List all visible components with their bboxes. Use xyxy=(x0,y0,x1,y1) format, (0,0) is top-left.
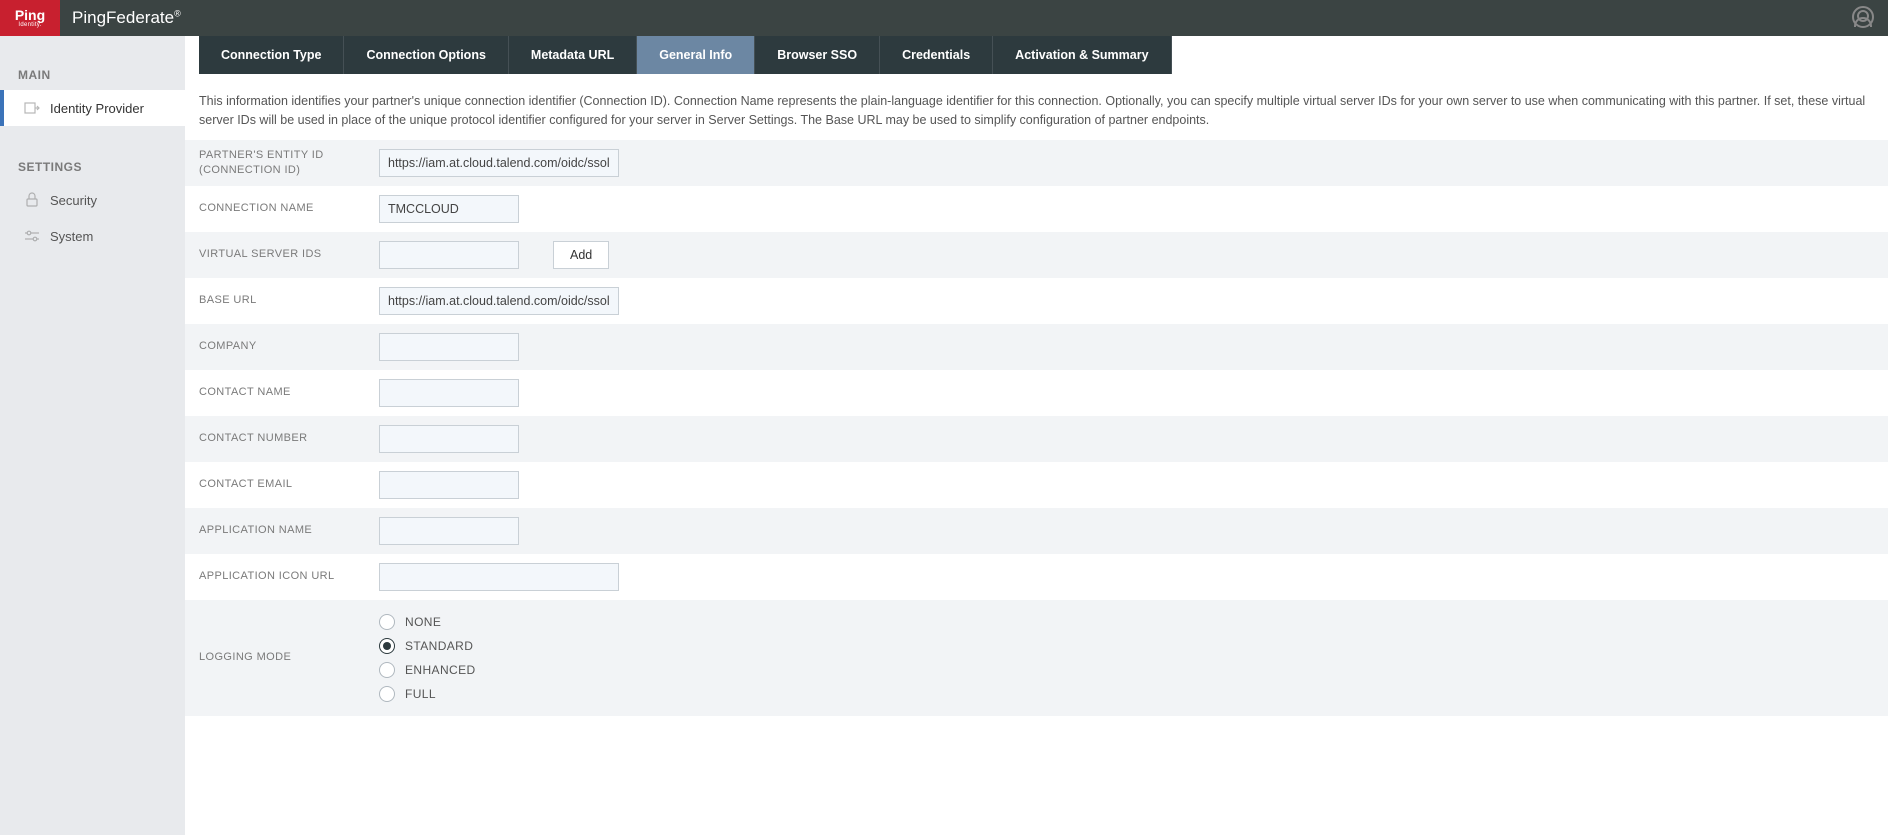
virtual-server-ids-label: VIRTUAL SERVER IDS xyxy=(199,247,379,261)
sidebar-item-label: System xyxy=(50,229,93,244)
application-name-input[interactable] xyxy=(379,517,519,545)
sidebar-item-security[interactable]: Security xyxy=(0,182,185,218)
radio-icon xyxy=(379,662,395,678)
application-name-label: APPLICATION NAME xyxy=(199,523,379,537)
virtual-server-ids-input[interactable] xyxy=(379,241,519,269)
row-logging-mode: LOGGING MODE NONE STANDARD ENHANCED FULL xyxy=(185,600,1888,716)
company-input[interactable] xyxy=(379,333,519,361)
entity-id-input[interactable] xyxy=(379,149,619,177)
row-contact-name: CONTACT NAME xyxy=(185,370,1888,416)
row-application-name: APPLICATION NAME xyxy=(185,508,1888,554)
sliders-icon xyxy=(24,228,40,244)
logo-main: Ping xyxy=(15,8,45,22)
connection-name-label: CONNECTION NAME xyxy=(199,201,379,215)
contact-name-label: CONTACT NAME xyxy=(199,385,379,399)
radio-logging-none[interactable]: NONE xyxy=(379,614,476,630)
company-label: COMPANY xyxy=(199,339,379,353)
tab-description: This information identifies your partner… xyxy=(185,74,1888,140)
tab-browser-sso[interactable]: Browser SSO xyxy=(755,36,880,74)
row-entity-id: PARTNER'S ENTITY ID (CONNECTION ID) xyxy=(185,140,1888,186)
application-icon-url-label: APPLICATION ICON URL xyxy=(199,569,379,583)
row-contact-number: CONTACT NUMBER xyxy=(185,416,1888,462)
base-url-label: BASE URL xyxy=(199,293,379,307)
sidebar-section-settings: SETTINGS xyxy=(0,152,185,182)
row-contact-email: CONTACT EMAIL xyxy=(185,462,1888,508)
tab-general-info[interactable]: General Info xyxy=(637,36,755,74)
contact-email-label: CONTACT EMAIL xyxy=(199,477,379,491)
row-connection-name: CONNECTION NAME xyxy=(185,186,1888,232)
sidebar-item-identity-provider[interactable]: Identity Provider xyxy=(0,90,185,126)
sidebar-item-system[interactable]: System xyxy=(0,218,185,254)
radio-logging-full[interactable]: FULL xyxy=(379,686,476,702)
add-button[interactable]: Add xyxy=(553,241,609,269)
connection-name-input[interactable] xyxy=(379,195,519,223)
radio-icon xyxy=(379,686,395,702)
contact-number-label: CONTACT NUMBER xyxy=(199,431,379,445)
identity-provider-icon xyxy=(24,100,40,116)
sidebar: MAIN Identity Provider SETTINGS Security… xyxy=(0,36,185,835)
base-url-input[interactable] xyxy=(379,287,619,315)
contact-email-input[interactable] xyxy=(379,471,519,499)
tab-metadata-url[interactable]: Metadata URL xyxy=(509,36,637,74)
form: PARTNER'S ENTITY ID (CONNECTION ID) CONN… xyxy=(185,140,1888,716)
sidebar-section-main: MAIN xyxy=(0,60,185,90)
logging-mode-radio-group: NONE STANDARD ENHANCED FULL xyxy=(379,610,476,706)
entity-id-label: PARTNER'S ENTITY ID (CONNECTION ID) xyxy=(199,148,379,177)
tab-activation-summary[interactable]: Activation & Summary xyxy=(993,36,1171,74)
tab-connection-type[interactable]: Connection Type xyxy=(199,36,344,74)
user-avatar-icon[interactable] xyxy=(1852,6,1874,28)
sidebar-item-label: Security xyxy=(50,193,97,208)
row-company: COMPANY xyxy=(185,324,1888,370)
radio-icon xyxy=(379,638,395,654)
tab-credentials[interactable]: Credentials xyxy=(880,36,993,74)
logging-mode-label: LOGGING MODE xyxy=(199,650,379,664)
row-base-url: BASE URL xyxy=(185,278,1888,324)
radio-logging-enhanced[interactable]: ENHANCED xyxy=(379,662,476,678)
application-icon-url-input[interactable] xyxy=(379,563,619,591)
brand-name: PingFederate® xyxy=(72,8,181,28)
app-header: Ping Identity. PingFederate® xyxy=(0,0,1888,36)
contact-number-input[interactable] xyxy=(379,425,519,453)
row-application-icon-url: APPLICATION ICON URL xyxy=(185,554,1888,600)
logo-sub: Identity. xyxy=(18,22,41,28)
tab-connection-options[interactable]: Connection Options xyxy=(344,36,508,74)
sidebar-item-label: Identity Provider xyxy=(50,101,144,116)
wizard-tabs: Connection Type Connection Options Metad… xyxy=(199,36,1888,74)
brand-logo: Ping Identity. xyxy=(0,0,60,36)
lock-icon xyxy=(24,192,40,208)
contact-name-input[interactable] xyxy=(379,379,519,407)
main-content: Connection Type Connection Options Metad… xyxy=(185,36,1888,835)
radio-logging-standard[interactable]: STANDARD xyxy=(379,638,476,654)
row-virtual-server-ids: VIRTUAL SERVER IDS Add xyxy=(185,232,1888,278)
radio-icon xyxy=(379,614,395,630)
